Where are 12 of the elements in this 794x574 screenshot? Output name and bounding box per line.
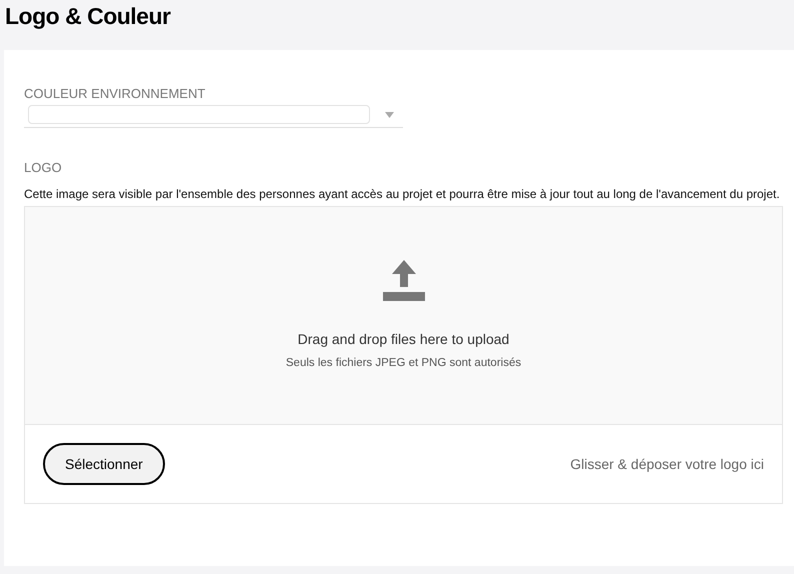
color-select[interactable] [28, 105, 370, 124]
dropdown-caret-icon[interactable] [385, 112, 394, 118]
field-label: COULEUR ENVIRONNEMENT [24, 86, 206, 102]
dropzone-title: Drag and drop files here to upload [298, 331, 510, 347]
upload-icon [382, 260, 424, 301]
logo-description: Cette image sera visible par l'ensemble des personnes ayant accès au projet et pourra être mise à jour tout au long de l'avancement du projet. [24, 186, 781, 203]
select-file-button[interactable]: Sélectionner [43, 443, 165, 485]
page-title: Logo & Couleur [4, 2, 172, 31]
dropzone-footer-text: Glisser & déposer votre logo ici [570, 456, 764, 472]
field-label: LOGO [24, 160, 63, 176]
dropzone[interactable]: Drag and drop files here to upload Seuls les fichiers JPEG et PNG sont autorisés Sélectionner Glisser & déposer votre logo ici [24, 206, 783, 504]
dropzone-hint: Seuls les fichiers JPEG et PNG sont autorisés [286, 357, 522, 369]
